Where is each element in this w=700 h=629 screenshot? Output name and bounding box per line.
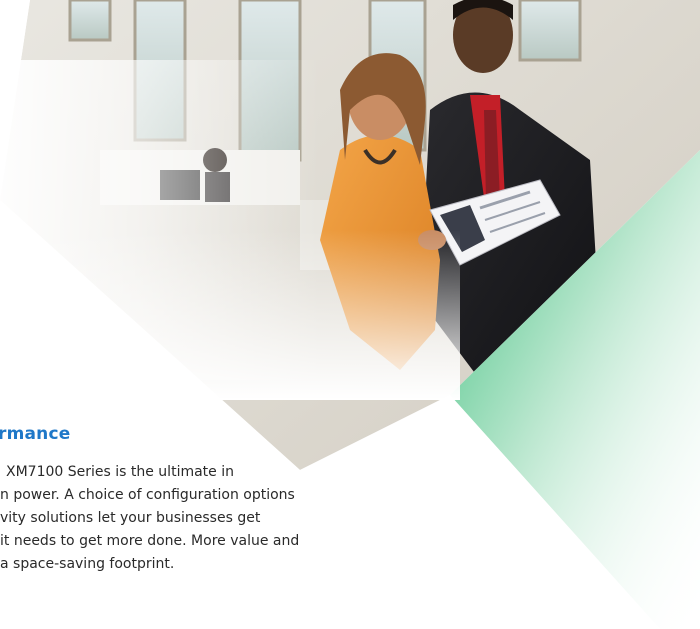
section-body: XM7100 Series is the ultimate in n power… <box>0 461 440 576</box>
performance-section: rmance XM7100 Series is the ultimate in … <box>0 424 440 576</box>
body-line: vity solutions let your businesses get <box>0 510 261 526</box>
body-line: it needs to get more done. More value an… <box>0 533 300 549</box>
body-line: a space-saving footprint. <box>0 556 175 572</box>
brochure-page: rmance XM7100 Series is the ultimate in … <box>0 0 700 629</box>
section-heading: rmance <box>0 424 71 444</box>
body-line: n power. A choice of configuration optio… <box>0 487 295 503</box>
body-line: XM7100 Series is the ultimate in <box>6 464 234 480</box>
